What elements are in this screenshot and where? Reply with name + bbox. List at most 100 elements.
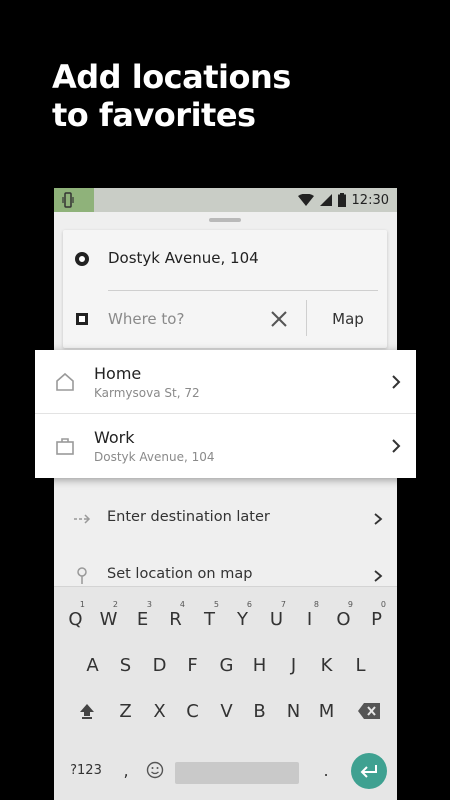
key-label: R (169, 608, 182, 630)
key-j[interactable]: J (277, 645, 310, 685)
key-d[interactable]: D (143, 645, 176, 685)
key-label: I (306, 608, 313, 630)
phone-screen: 12:30 Dostyk Avenue, 104 Map (54, 188, 397, 800)
enter-destination-later-label: Enter destination later (107, 509, 270, 525)
pickup-dot-icon (75, 252, 89, 266)
key-n[interactable]: N (277, 691, 310, 731)
pickup-address: Dostyk Avenue, 104 (108, 249, 259, 267)
keyboard-row-1: 1Q 2W 3E 4R 5T 6Y 7U 8I 9O 0P (54, 599, 397, 639)
key-x[interactable]: X (143, 691, 176, 731)
symbols-key[interactable]: ?123 (66, 755, 106, 785)
keyboard-row-2: A S D F G H J K L (54, 645, 397, 685)
return-arrow-icon (360, 765, 377, 778)
key-b[interactable]: B (243, 691, 276, 731)
status-bar: 12:30 (54, 188, 397, 212)
key-w[interactable]: 2W (92, 599, 125, 639)
key-label: Q (68, 608, 83, 630)
favorite-title: Work (94, 428, 135, 447)
headline: Add locations to favorites (52, 58, 291, 134)
divider (306, 300, 307, 336)
key-i[interactable]: 8I (293, 599, 326, 639)
key-hint: 2 (112, 600, 118, 609)
period-key[interactable]: . (316, 755, 336, 785)
key-m[interactable]: M (310, 691, 343, 731)
key-c[interactable]: C (176, 691, 209, 731)
shift-arrow-icon (79, 704, 94, 719)
pickup-row[interactable]: Dostyk Avenue, 104 (63, 230, 387, 288)
key-v[interactable]: V (210, 691, 243, 731)
key-label: P (371, 608, 382, 630)
key-hint: 4 (179, 600, 185, 609)
battery-icon (337, 193, 346, 207)
keyboard-row-3: Z X C V B N M (54, 691, 397, 731)
chevron-right-icon (392, 375, 401, 389)
key-label: U (269, 608, 284, 630)
chevron-right-icon (374, 570, 383, 582)
clear-icon[interactable] (267, 307, 291, 331)
space-key[interactable] (175, 762, 299, 784)
set-location-on-map-label: Set location on map (107, 566, 253, 582)
map-button[interactable]: Map (315, 304, 381, 334)
headline-line-1: Add locations (52, 58, 291, 96)
key-r[interactable]: 4R (159, 599, 192, 639)
chevron-right-icon (374, 513, 383, 525)
emoji-key[interactable] (142, 755, 168, 785)
key-hint: 8 (313, 600, 319, 609)
favorite-home-row[interactable]: Home Karmysova St, 72 (35, 350, 416, 414)
status-icons: 12:30 (297, 191, 389, 209)
favorite-work-row[interactable]: Work Dostyk Avenue, 104 (35, 414, 416, 478)
key-hint: 9 (347, 600, 353, 609)
on-screen-keyboard: 1Q 2W 3E 4R 5T 6Y 7U 8I 9O 0P A S D F G … (54, 586, 397, 800)
clock: 12:30 (351, 192, 389, 208)
enter-destination-later-row[interactable]: Enter destination later (54, 494, 397, 544)
key-label: O (336, 608, 351, 630)
key-z[interactable]: Z (109, 691, 142, 731)
enter-key[interactable] (351, 753, 387, 789)
comma-key[interactable]: , (116, 755, 136, 785)
backspace-key[interactable] (352, 691, 385, 731)
key-o[interactable]: 9O (327, 599, 360, 639)
key-label: E (136, 608, 149, 630)
map-pin-icon (77, 567, 87, 584)
sheet-drag-handle[interactable] (209, 218, 241, 222)
key-label: Y (237, 608, 248, 630)
key-hint: 1 (79, 600, 85, 609)
favorites-card: Home Karmysova St, 72 Work Dostyk Avenue… (35, 350, 416, 478)
key-s[interactable]: S (109, 645, 142, 685)
key-t[interactable]: 5T (193, 599, 226, 639)
key-label: T (204, 608, 215, 630)
key-h[interactable]: H (243, 645, 276, 685)
key-l[interactable]: L (344, 645, 377, 685)
destination-row: Map (63, 292, 387, 348)
briefcase-icon (56, 438, 74, 455)
arrow-right-icon (74, 514, 91, 524)
favorite-address: Karmysova St, 72 (94, 386, 200, 400)
key-g[interactable]: G (210, 645, 243, 685)
backspace-icon (357, 703, 380, 719)
key-hint: 7 (280, 600, 286, 609)
key-q[interactable]: 1Q (59, 599, 92, 639)
divider (108, 290, 378, 291)
key-a[interactable]: A (76, 645, 109, 685)
key-u[interactable]: 7U (260, 599, 293, 639)
key-label: W (99, 608, 118, 630)
key-hint: 5 (213, 600, 219, 609)
chevron-right-icon (392, 439, 401, 453)
vibrate-icon (62, 192, 74, 208)
wifi-icon (297, 194, 314, 206)
favorite-title: Home (94, 364, 142, 383)
key-y[interactable]: 6Y (226, 599, 259, 639)
key-hint: 6 (246, 600, 252, 609)
destination-square-icon (76, 313, 88, 325)
destination-input[interactable] (108, 304, 268, 334)
map-background (54, 188, 94, 212)
favorite-address: Dostyk Avenue, 104 (94, 450, 215, 464)
key-p[interactable]: 0P (360, 599, 393, 639)
headline-line-2: to favorites (52, 96, 256, 134)
home-icon (56, 372, 74, 391)
key-e[interactable]: 3E (126, 599, 159, 639)
shift-key[interactable] (70, 691, 103, 731)
trip-card: Dostyk Avenue, 104 Map (63, 230, 387, 348)
key-k[interactable]: K (310, 645, 343, 685)
key-f[interactable]: F (176, 645, 209, 685)
